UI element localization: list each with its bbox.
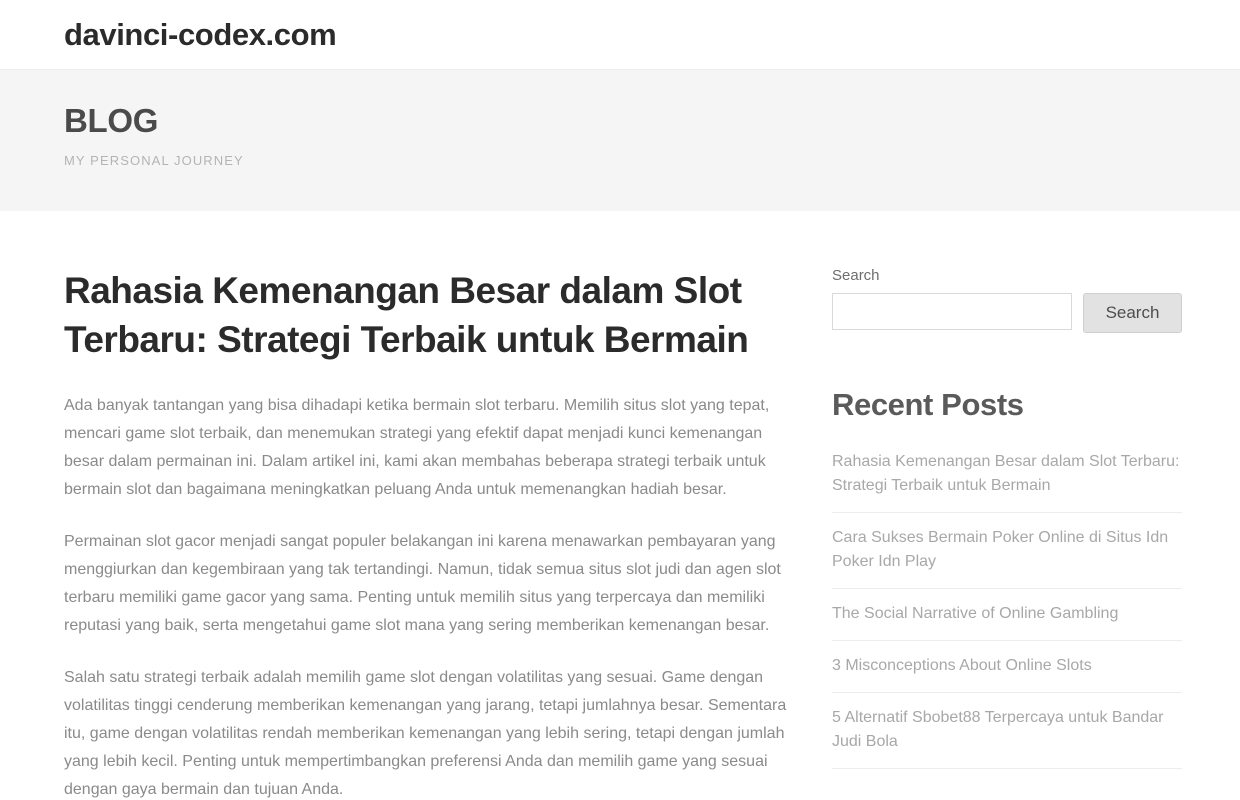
list-item: The Social Narrative of Online Gambling — [832, 589, 1182, 641]
recent-post-link[interactable]: 5 Alternatif Sbobet88 Terpercaya untuk B… — [832, 706, 1182, 754]
recent-posts-list: Rahasia Kemenangan Besar dalam Slot Terb… — [832, 450, 1182, 769]
search-button[interactable]: Search — [1083, 292, 1182, 333]
article-paragraph: Ada banyak tantangan yang bisa dihadapi … — [64, 397, 770, 499]
list-item: Rahasia Kemenangan Besar dalam Slot Terb… — [832, 450, 1182, 513]
recent-post-link[interactable]: The Social Narrative of Online Gambling — [832, 602, 1182, 626]
banner-tagline: MY PERSONAL JOURNEY — [64, 153, 244, 169]
site-title-link[interactable]: davinci-codex.com — [64, 19, 337, 50]
list-item: 3 Misconceptions About Online Slots — [832, 641, 1182, 693]
site-header: davinci-codex.com — [0, 0, 1240, 70]
banner-title[interactable]: BLOG — [64, 102, 1176, 139]
article-paragraph: Salah satu strategi terbaik adalah memil… — [64, 669, 787, 799]
article-title: Rahasia Kemenangan Besar dalam Slot Terb… — [64, 270, 749, 361]
main-content: Rahasia Kemenangan Besar dalam Slot Terb… — [64, 211, 806, 800]
search-widget: Search Search — [832, 266, 1182, 333]
article-paragraph: Permainan slot gacor menjadi sangat popu… — [64, 533, 781, 635]
recent-post-link[interactable]: Rahasia Kemenangan Besar dalam Slot Terb… — [832, 450, 1182, 498]
sidebar: Search Search Recent Posts Rahasia Kemen… — [832, 211, 1182, 800]
article-body: Ada banyak tantangan yang bisa dihadapi … — [64, 392, 806, 800]
list-item: Cara Sukses Bermain Poker Online di Situ… — [832, 513, 1182, 589]
search-label: Search — [832, 267, 880, 284]
recent-post-link[interactable]: 3 Misconceptions About Online Slots — [832, 654, 1182, 678]
recent-posts-widget: Recent Posts Rahasia Kemenangan Besar da… — [832, 386, 1182, 769]
search-row: Search — [832, 292, 1182, 333]
list-item: 5 Alternatif Sbobet88 Terpercaya untuk B… — [832, 693, 1182, 769]
site-banner: BLOG MY PERSONAL JOURNEY — [0, 70, 1240, 211]
page-body: Rahasia Kemenangan Besar dalam Slot Terb… — [0, 211, 1240, 800]
recent-post-link[interactable]: Cara Sukses Bermain Poker Online di Situ… — [832, 526, 1182, 574]
search-input[interactable] — [832, 292, 1072, 330]
recent-posts-title: Recent Posts — [832, 386, 1024, 422]
